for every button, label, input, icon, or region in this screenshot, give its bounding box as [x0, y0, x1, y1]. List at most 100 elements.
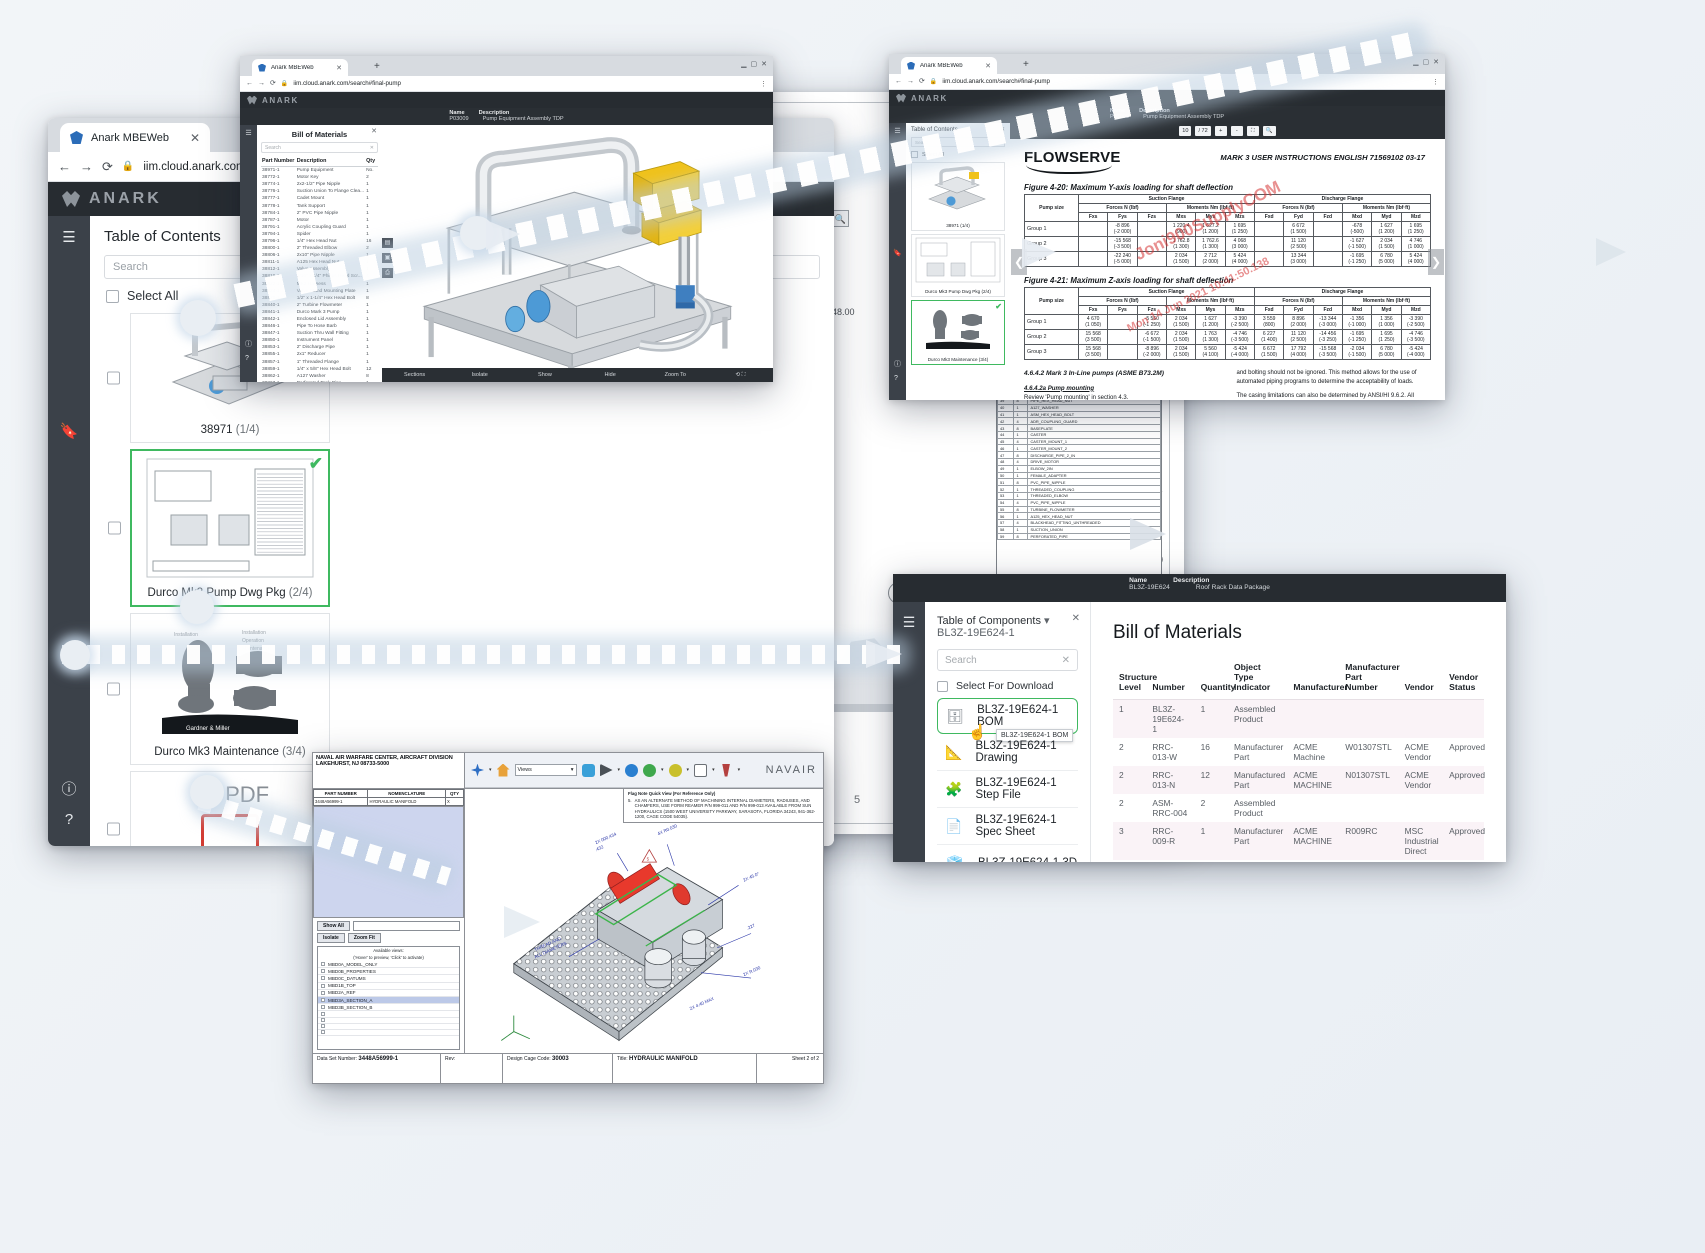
fs-doc-viewport[interactable]: 10 / 72 + - ⛶ 🔍 FLOWSERVE MARK 3 USER IN…	[1010, 123, 1445, 400]
clear-icon[interactable]: ✕	[370, 145, 374, 151]
fs-toc-card-1[interactable]: 38971 (1/4)	[911, 162, 1005, 231]
info-icon[interactable]: ⓘ	[894, 359, 901, 369]
window-controls[interactable]: ▁ ▢ ✕	[741, 60, 767, 68]
close-tab-icon[interactable]: ✕	[336, 64, 342, 72]
pdf-zoom-out-button[interactable]: -	[1230, 126, 1243, 136]
help-icon[interactable]: ?	[894, 375, 901, 382]
browser-menu-icon[interactable]: ⋮	[760, 80, 767, 88]
tool-extra-icons[interactable]: ⟲ ⛶	[708, 372, 773, 379]
view-checkbox-4[interactable]	[321, 983, 325, 988]
mbe-browser-tab[interactable]: Anark MBEWeb ✕	[252, 59, 348, 76]
document-item-4[interactable]: 📄 BL3Z-19E624-1 Spec Sheet	[937, 808, 1078, 845]
view-checkbox-empty-2[interactable]	[321, 1018, 325, 1023]
print-icon[interactable]: ⎙	[382, 268, 393, 279]
select-all-checkbox[interactable]	[106, 289, 119, 303]
forward-icon[interactable]: →	[258, 80, 265, 87]
pdf-search-button[interactable]: 🔍	[1262, 126, 1276, 136]
select-for-download-checkbox[interactable]	[937, 680, 948, 692]
clear-icon[interactable]: ✕	[997, 139, 1001, 145]
back-icon[interactable]: ←	[895, 78, 902, 85]
bom-search-input[interactable]: Search ✕	[261, 142, 378, 153]
fs-select-all-row[interactable]: Select All	[911, 151, 1005, 158]
tool-isolate[interactable]: Isolate	[447, 372, 512, 378]
view-item-4[interactable]: MBD1B_TOP	[318, 983, 459, 990]
navair-preview-pane[interactable]	[313, 806, 464, 918]
list-icon[interactable]: ☰	[62, 228, 75, 246]
info-icon[interactable]: ⓘ	[61, 778, 76, 799]
pdf-zoom-in-button[interactable]: +	[1214, 126, 1227, 136]
navigate-icon[interactable]	[471, 763, 484, 777]
toc-thumbnail-card-3[interactable]: Gardner & Miller Installation Installation…	[107, 613, 330, 765]
close-icon[interactable]: ✕	[1072, 613, 1080, 624]
fs-toc-search-input[interactable]: Search ✕	[911, 137, 1005, 147]
close-tab-icon[interactable]: ✕	[985, 62, 991, 70]
reload-icon[interactable]: ⟳	[919, 78, 925, 85]
close-tab-icon[interactable]: ✕	[190, 131, 200, 145]
view-checkbox-1[interactable]	[321, 962, 325, 967]
close-icon[interactable]: ✕	[371, 127, 377, 135]
clear-icon[interactable]: ✕	[1062, 655, 1070, 666]
measure-icon[interactable]	[722, 763, 730, 777]
view-item-empty-4[interactable]	[318, 1030, 459, 1037]
fs-toc-card-2[interactable]: Durco Mk3 Pump Dwg Pkg (2/4)	[911, 234, 1005, 297]
view-item-1[interactable]: MBD0A_MODEL_ONLY	[318, 961, 459, 969]
toc-thumbnail-card-2[interactable]: ✔ Durco Mk3 Pump Dwg Pkg (2/4)	[108, 449, 330, 607]
forward-icon[interactable]: →	[80, 160, 93, 173]
home-icon[interactable]	[496, 763, 510, 777]
tool-sections[interactable]: Sections	[382, 372, 447, 378]
view-checkbox-empty-4[interactable]	[321, 1030, 325, 1035]
dropdown-arrow-icon[interactable]: ▾	[712, 767, 715, 773]
thumbnail-checkbox[interactable]	[108, 521, 121, 535]
list-icon[interactable]: ☰	[903, 614, 916, 631]
thumbnail-checkbox[interactable]	[107, 371, 120, 385]
forward-icon[interactable]: →	[907, 78, 914, 85]
background-color-icon[interactable]	[694, 763, 708, 777]
close-icon[interactable]: ✕	[1000, 126, 1005, 133]
list-icon[interactable]: ☰	[245, 129, 251, 137]
isolate-button[interactable]: Isolate	[317, 933, 345, 943]
pdf-toolbar[interactable]: 10 / 72 + - ⛶ 🔍	[1010, 123, 1445, 139]
mbe-3d-canvas[interactable]: ▤ ▣ ⎙ Sections Isolate Show Hide Zoom To…	[382, 125, 773, 382]
view-checkbox-6[interactable]	[321, 998, 325, 1003]
light-icon[interactable]	[668, 763, 682, 777]
view-item-5[interactable]: MBD2A_REF	[318, 990, 459, 997]
dropdown-arrow-icon[interactable]: ▾	[618, 767, 621, 773]
chevron-down-icon[interactable]: ▾	[571, 767, 574, 773]
view-item-6[interactable]: MBD3A_SECTION_A	[318, 996, 459, 1005]
shade-icon[interactable]	[625, 763, 639, 777]
info-icon[interactable]: ⓘ	[245, 339, 252, 349]
doc-prev-button[interactable]: ❮	[1011, 248, 1027, 275]
reload-icon[interactable]: ⟳	[102, 160, 113, 173]
address-bar[interactable]: iim.cloud.anark.com/search#final-pump	[942, 78, 1050, 85]
view-checkbox-empty-1[interactable]	[321, 1011, 325, 1016]
thumbnail-checkbox[interactable]	[107, 682, 120, 696]
back-icon[interactable]: ←	[246, 80, 253, 87]
navair-toolbar[interactable]: ▾ Views ▾ ▾ ▾ ▾ ▾ ▾ NAVAIR	[465, 753, 823, 788]
tool-zoom-to[interactable]: Zoom To	[643, 372, 708, 378]
view-item-3[interactable]: MBD0C_DATUMS	[318, 975, 459, 983]
play-icon[interactable]	[599, 763, 613, 777]
view-checkbox-3[interactable]	[321, 976, 325, 981]
navair-3d-canvas[interactable]: Flag Note Quick View (For Reference Only…	[465, 789, 823, 1053]
show-all-button[interactable]: Show All	[317, 921, 350, 931]
view-checkbox-5[interactable]	[321, 990, 325, 995]
navair-isolate-row[interactable]: Isolate Zoom Fit	[313, 931, 464, 943]
mbe-side-tools[interactable]: ▤ ▣ ⎙	[382, 238, 393, 279]
address-bar[interactable]: iim.cloud.anark.com/search#final-pump	[293, 80, 401, 87]
reload-icon[interactable]: ⟳	[270, 80, 276, 87]
back-icon[interactable]: ←	[58, 160, 71, 173]
bookmark-icon[interactable]: 🔖	[893, 249, 902, 257]
select-all-checkbox[interactable]	[911, 151, 918, 158]
pdf-fit-button[interactable]: ⛶	[1246, 126, 1259, 136]
dropdown-arrow-icon[interactable]: ▾	[738, 767, 741, 773]
views-combo[interactable]: Views ▾	[514, 764, 577, 776]
mbe-bottom-toolbar[interactable]: Sections Isolate Show Hide Zoom To ⟲ ⛶	[382, 368, 773, 382]
view-item-7[interactable]: MBD3B_SECTION_B	[318, 1004, 459, 1012]
list-icon[interactable]: ☰	[894, 127, 900, 135]
bookmark-icon[interactable]: 🔖	[60, 422, 79, 440]
view-checkbox-2[interactable]	[321, 969, 325, 974]
dropdown-arrow-icon[interactable]: ▾	[661, 767, 664, 773]
browser-tab[interactable]: Anark MBEWeb ✕	[60, 123, 210, 152]
view-checkbox-empty-3[interactable]	[321, 1024, 325, 1029]
clipboard-icon[interactable]: ▤	[382, 238, 393, 249]
